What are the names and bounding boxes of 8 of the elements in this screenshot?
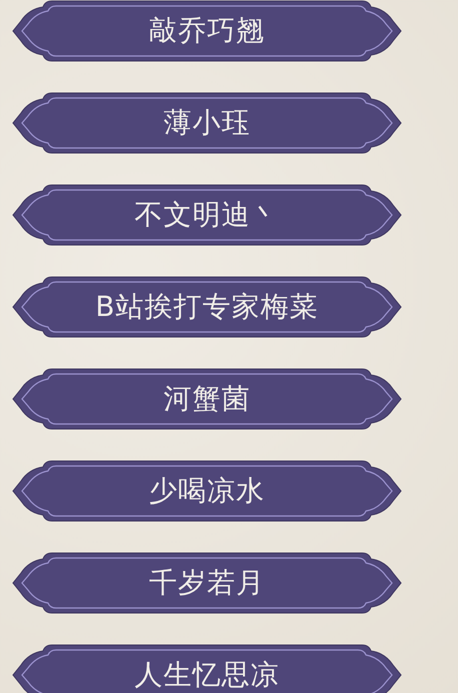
name-button[interactable]: B站挨打专家梅菜 (12, 276, 402, 338)
name-button[interactable]: 不文明迪丶 (12, 184, 402, 246)
name-button[interactable]: 薄小珏 (12, 92, 402, 154)
name-button[interactable]: 河蟹菌 (12, 368, 402, 430)
name-button[interactable]: 敲乔巧翘 (12, 0, 402, 62)
name-button[interactable]: 千岁若月 (12, 552, 402, 614)
name-button[interactable]: 人生忆思凉 (12, 644, 402, 693)
name-button[interactable]: 少喝凉水 (12, 460, 402, 522)
